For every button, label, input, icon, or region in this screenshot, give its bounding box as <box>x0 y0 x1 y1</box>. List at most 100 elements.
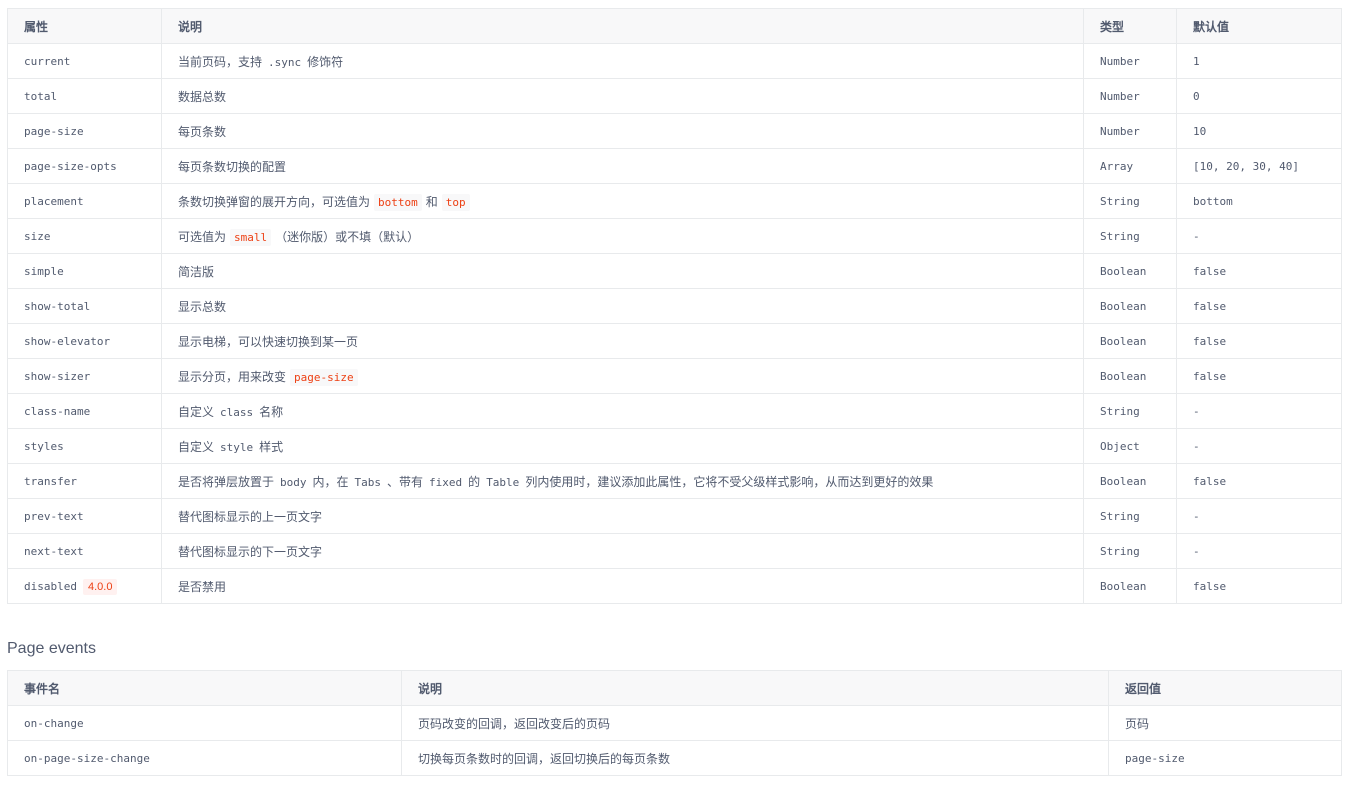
prop-type: String <box>1083 498 1177 534</box>
inline-code: page-size <box>290 368 358 386</box>
desc-text: 自定义 <box>178 439 215 454</box>
header-desc: 说明 <box>161 8 1084 44</box>
prop-default: 0 <box>1176 78 1342 114</box>
table-row: page-size 每页条数 Number 10 <box>7 113 1342 149</box>
prop-default: false <box>1176 568 1342 604</box>
section-title-page-events: Page events <box>7 640 96 657</box>
prop-type: String <box>1083 218 1177 254</box>
prop-name: size <box>7 218 162 254</box>
desc-text: 显示分页，用来改变 <box>178 369 287 384</box>
prop-type: Number <box>1083 43 1177 79</box>
desc-text: 名称 <box>259 404 284 419</box>
props-table: 属性 说明 类型 默认值 current 当前页码，支持 .sync 修饰符 Num… <box>7 8 1342 604</box>
desc-text: 的 <box>468 474 481 489</box>
desc-text: 内，在 <box>312 474 349 489</box>
prop-desc: 数据总数 <box>161 78 1084 114</box>
prop-name: show-elevator <box>7 323 162 359</box>
inline-code: Tabs <box>354 475 382 489</box>
table-row: styles 自定义 style 样式 Object - <box>7 428 1342 464</box>
prop-name: simple <box>7 253 162 289</box>
prop-default: false <box>1176 253 1342 289</box>
prop-desc: 每页条数 <box>161 113 1084 149</box>
prop-default: - <box>1176 218 1342 254</box>
prop-name: placement <box>7 183 162 219</box>
table-row: prev-text 替代图标显示的上一页文字 String - <box>7 498 1342 534</box>
inline-code: bottom <box>374 193 422 211</box>
desc-text: 修饰符 <box>307 54 344 69</box>
version-badge: 4.0.0 <box>82 578 118 595</box>
prop-name: next-text <box>7 533 162 569</box>
inline-code: Table <box>486 475 520 489</box>
prop-name: show-sizer <box>7 358 162 394</box>
prop-desc: 显示电梯，可以快速切换到某一页 <box>161 323 1084 359</box>
inline-code: .sync <box>268 55 302 69</box>
prop-default: - <box>1176 393 1342 429</box>
prop-type: String <box>1083 183 1177 219</box>
prop-desc: 显示分页，用来改变 page-size <box>161 358 1084 394</box>
table-row: total 数据总数 Number 0 <box>7 78 1342 114</box>
prop-default: - <box>1176 428 1342 464</box>
prop-type: String <box>1083 533 1177 569</box>
prop-default: false <box>1176 288 1342 324</box>
desc-text: 条数切换弹窗的展开方向，可选值为 <box>178 194 371 209</box>
prop-name: current <box>7 43 162 79</box>
event-desc: 切换每页条数时的回调，返回切换后的每页条数 <box>401 740 1109 776</box>
table-row: page-size-opts 每页条数切换的配置 Array [10, 20, … <box>7 148 1342 184</box>
desc-text: 可选值为 <box>178 229 227 244</box>
desc-text: 自定义 <box>178 404 215 419</box>
table-row: show-elevator 显示电梯，可以快速切换到某一页 Boolean fa… <box>7 323 1342 359</box>
prop-desc: 自定义 style 样式 <box>161 428 1084 464</box>
prop-default: - <box>1176 498 1342 534</box>
header-type: 类型 <box>1083 8 1177 44</box>
prop-desc: 简洁版 <box>161 253 1084 289</box>
desc-text: 、带有 <box>387 474 424 489</box>
prop-type: Boolean <box>1083 568 1177 604</box>
prop-name: total <box>7 78 162 114</box>
prop-desc: 是否禁用 <box>161 568 1084 604</box>
event-desc: 页码改变的回调，返回改变后的页码 <box>401 705 1109 741</box>
table-row: on-change 页码改变的回调，返回改变后的页码 页码 <box>7 705 1342 741</box>
prop-desc: 替代图标显示的上一页文字 <box>161 498 1084 534</box>
inline-code: small <box>230 228 272 246</box>
prop-name: disabled 4.0.0 <box>7 568 162 604</box>
header-desc: 说明 <box>401 670 1109 706</box>
inline-code: style <box>220 440 254 454</box>
prop-default: false <box>1176 323 1342 359</box>
prop-default: - <box>1176 533 1342 569</box>
prop-type: Object <box>1083 428 1177 464</box>
prop-type: Array <box>1083 148 1177 184</box>
prop-type: Number <box>1083 113 1177 149</box>
prop-name: show-total <box>7 288 162 324</box>
event-name: on-change <box>7 705 402 741</box>
inline-code: class <box>220 405 254 419</box>
prop-desc: 替代图标显示的下一页文字 <box>161 533 1084 569</box>
desc-text: 和 <box>425 194 438 209</box>
inline-code: fixed <box>429 475 463 489</box>
events-header-row: 事件名 说明 返回值 <box>7 670 1342 706</box>
prop-type: Boolean <box>1083 253 1177 289</box>
table-row: on-page-size-change 切换每页条数时的回调，返回切换后的每页条… <box>7 740 1342 776</box>
prop-desc: 每页条数切换的配置 <box>161 148 1084 184</box>
desc-text: （迷你版）或不填（默认） <box>275 229 420 244</box>
table-row: current 当前页码，支持 .sync 修饰符 Number 1 <box>7 43 1342 79</box>
prop-name: class-name <box>7 393 162 429</box>
prop-desc: 条数切换弹窗的展开方向，可选值为 bottom 和 top <box>161 183 1084 219</box>
table-row: simple 简洁版 Boolean false <box>7 253 1342 289</box>
prop-name: transfer <box>7 463 162 499</box>
prop-type: Boolean <box>1083 288 1177 324</box>
prop-type: Boolean <box>1083 358 1177 394</box>
prop-desc: 当前页码，支持 .sync 修饰符 <box>161 43 1084 79</box>
table-row: disabled 4.0.0 是否禁用 Boolean false <box>7 568 1342 604</box>
event-return: page-size <box>1108 740 1342 776</box>
prop-desc: 可选值为 small （迷你版）或不填（默认） <box>161 218 1084 254</box>
table-row: class-name 自定义 class 名称 String - <box>7 393 1342 429</box>
prop-default: [10, 20, 30, 40] <box>1176 148 1342 184</box>
prop-desc: 自定义 class 名称 <box>161 393 1084 429</box>
prop-name-text: disabled <box>24 579 77 593</box>
header-attr: 属性 <box>7 8 162 44</box>
prop-type: Boolean <box>1083 463 1177 499</box>
event-return: 页码 <box>1108 705 1342 741</box>
prop-desc: 是否将弹层放置于 body 内，在 Tabs 、带有 fixed 的 Table 列内使用时，建… <box>161 463 1084 499</box>
prop-default: false <box>1176 463 1342 499</box>
prop-type: Number <box>1083 78 1177 114</box>
